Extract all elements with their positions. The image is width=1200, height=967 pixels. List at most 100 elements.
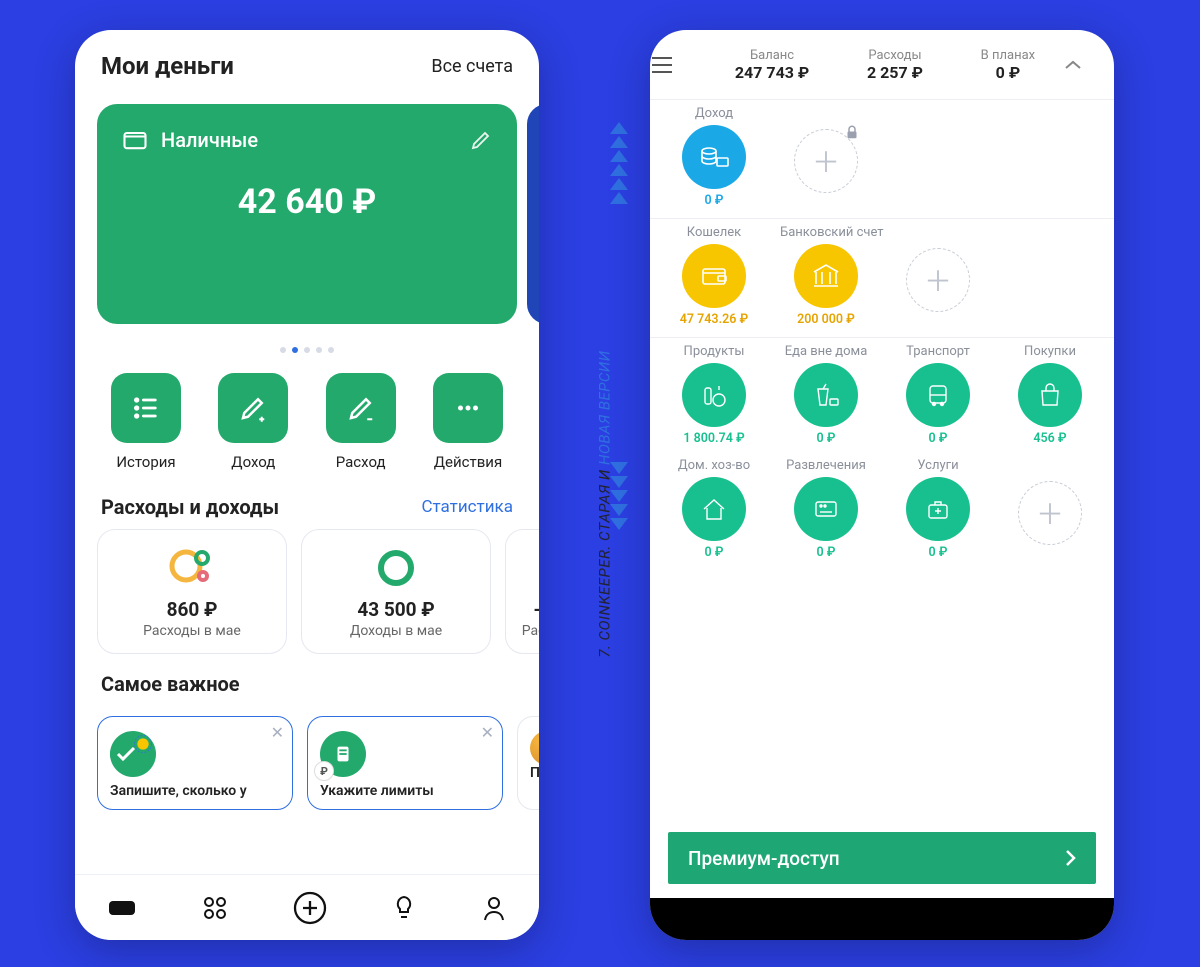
header-balance[interactable]: Баланс 247 743 ₽ — [735, 48, 809, 82]
add-wallet-button[interactable]: x ＋ — [892, 223, 984, 327]
category-eatingout[interactable]: Еда вне дома 0 ₽ — [780, 342, 872, 446]
home-icon — [682, 477, 746, 541]
bottom-tabbar — [75, 874, 539, 940]
expense-value: 2 257 ₽ — [867, 63, 923, 82]
wallet-item[interactable]: Кошелек 47 743.26 ₽ — [668, 223, 760, 327]
pager-dots[interactable] — [75, 338, 539, 357]
premium-button[interactable]: Премиум-доступ — [668, 832, 1096, 884]
add-category-button[interactable]: x ＋ — [1004, 456, 1096, 560]
medkit-icon — [906, 477, 970, 541]
tab-add-icon[interactable] — [292, 890, 328, 926]
balance-value: 247 743 ₽ — [735, 63, 809, 82]
plus-icon: ＋ — [1018, 481, 1082, 545]
category-products[interactable]: Продукты 1 800.74 ₽ — [668, 342, 760, 446]
divider-text-2: И — [596, 469, 614, 480]
category-transport[interactable]: Транспорт 0 ₽ — [892, 342, 984, 446]
wallet-title: Кошелек — [668, 223, 760, 244]
next-card-peek[interactable] — [527, 104, 539, 324]
pencil-icon[interactable] — [469, 128, 493, 152]
category-shopping[interactable]: Покупки 456 ₽ — [1004, 342, 1096, 446]
category-value: 456 ₽ — [1004, 431, 1096, 446]
stat-value: 43 500 ₽ — [314, 598, 478, 621]
chevron-right-icon — [1064, 849, 1076, 867]
stat-label: Расход — [518, 623, 539, 639]
category-services[interactable]: Услуги 0 ₽ — [892, 456, 984, 560]
actions-label: Действия — [423, 453, 513, 471]
bank-value: 200 000 ₽ — [780, 312, 872, 327]
header-expenses[interactable]: Расходы 2 257 ₽ — [867, 48, 923, 82]
account-card[interactable]: Наличные 42 640 ₽ — [97, 104, 517, 324]
income-section-title: Доход — [668, 104, 760, 125]
phone-old-version: Баланс 247 743 ₽ Расходы 2 257 ₽ В плана… — [650, 30, 1114, 940]
expense-button[interactable] — [326, 373, 396, 443]
tab-tips-icon[interactable] — [392, 894, 416, 922]
actions-button[interactable] — [433, 373, 503, 443]
tab-wallet-icon[interactable] — [107, 897, 137, 919]
stat-card-partial[interactable]: - 8 Расход — [505, 529, 539, 654]
plus-icon: ＋ — [794, 129, 858, 193]
divider-label: 7. COINKEEPER. СТАРАЯ И НОВАЯ ВЕРСИИ — [590, 140, 620, 867]
category-value: 0 ₽ — [780, 431, 872, 446]
menu-icon[interactable] — [650, 56, 706, 74]
account-name: Наличные — [161, 128, 258, 152]
bag-icon — [1018, 363, 1082, 427]
category-value: 0 ₽ — [892, 431, 984, 446]
plans-value: 0 ₽ — [981, 63, 1035, 82]
tab-categories-icon[interactable] — [202, 895, 228, 921]
coin-icon — [530, 731, 539, 765]
important-text: Укажите лимиты — [320, 783, 490, 799]
bubble-chart-icon — [168, 544, 216, 592]
plans-label: В планах — [981, 48, 1035, 63]
category-household[interactable]: Дом. хоз-во 0 ₽ — [668, 456, 760, 560]
important-card[interactable]: ✕ Запишите, сколько у — [97, 716, 293, 810]
important-card[interactable]: ✕ ₽ Укажите лимиты — [307, 716, 503, 810]
lock-icon — [843, 124, 861, 142]
income-value: 0 ₽ — [668, 193, 760, 208]
page-title: Мои деньги — [101, 52, 234, 80]
important-text: Подкл — [530, 765, 539, 781]
important-text: Запишите, сколько у — [110, 783, 280, 799]
section-important-title: Самое важное — [101, 672, 240, 696]
category-entertainment[interactable]: Развлечения 0 ₽ — [780, 456, 872, 560]
expense-label: Расходы — [867, 48, 923, 63]
divider-text-3: НОВАЯ ВЕРСИИ — [596, 350, 614, 465]
section-expenses-income-title: Расходы и доходы — [101, 495, 279, 519]
income-label: Доход — [208, 453, 298, 471]
stat-label: Доходы в мае — [314, 623, 478, 639]
income-item[interactable]: Доход 0 ₽ — [668, 104, 760, 208]
stat-value: - 8 — [518, 598, 539, 621]
stat-value: 860 ₽ — [110, 598, 274, 621]
close-icon[interactable]: ✕ — [481, 723, 494, 742]
add-income-button[interactable]: x ＋ — [780, 104, 872, 208]
important-card[interactable]: Подкл — [517, 716, 539, 810]
category-value: 0 ₽ — [668, 545, 760, 560]
coins-icon — [682, 125, 746, 189]
history-button[interactable] — [111, 373, 181, 443]
stat-card-income[interactable]: 43 500 ₽ Доходы в мае — [301, 529, 491, 654]
drink-icon — [794, 363, 858, 427]
plus-icon: ＋ — [906, 248, 970, 312]
account-amount: 42 640 ₽ — [121, 182, 493, 222]
ring-chart-icon — [372, 544, 420, 592]
category-title: Дом. хоз-во — [668, 456, 760, 477]
bus-icon — [906, 363, 970, 427]
chevron-up-icon[interactable] — [1064, 59, 1114, 71]
stat-label: Расходы в мае — [110, 623, 274, 639]
income-button[interactable] — [218, 373, 288, 443]
category-title: Развлечения — [780, 456, 872, 477]
wallet-value: 47 743.26 ₽ — [668, 312, 760, 327]
stat-card-expenses[interactable]: 860 ₽ Расходы в мае — [97, 529, 287, 654]
category-value: 0 ₽ — [780, 545, 872, 560]
close-icon[interactable]: ✕ — [271, 723, 284, 742]
bottom-bar — [650, 898, 1114, 940]
bank-item[interactable]: Банковский счет 200 000 ₽ — [780, 223, 872, 327]
statistics-link[interactable]: Статистика — [421, 497, 513, 517]
tab-profile-icon[interactable] — [481, 894, 507, 922]
header-plans[interactable]: В планах 0 ₽ — [981, 48, 1035, 82]
category-value: 1 800.74 ₽ — [668, 431, 760, 446]
category-value: 0 ₽ — [892, 545, 984, 560]
groceries-icon — [682, 363, 746, 427]
bank-title: Банковский счет — [780, 223, 872, 244]
category-title: Еда вне дома — [780, 342, 872, 363]
all-accounts-link[interactable]: Все счета — [431, 56, 513, 77]
